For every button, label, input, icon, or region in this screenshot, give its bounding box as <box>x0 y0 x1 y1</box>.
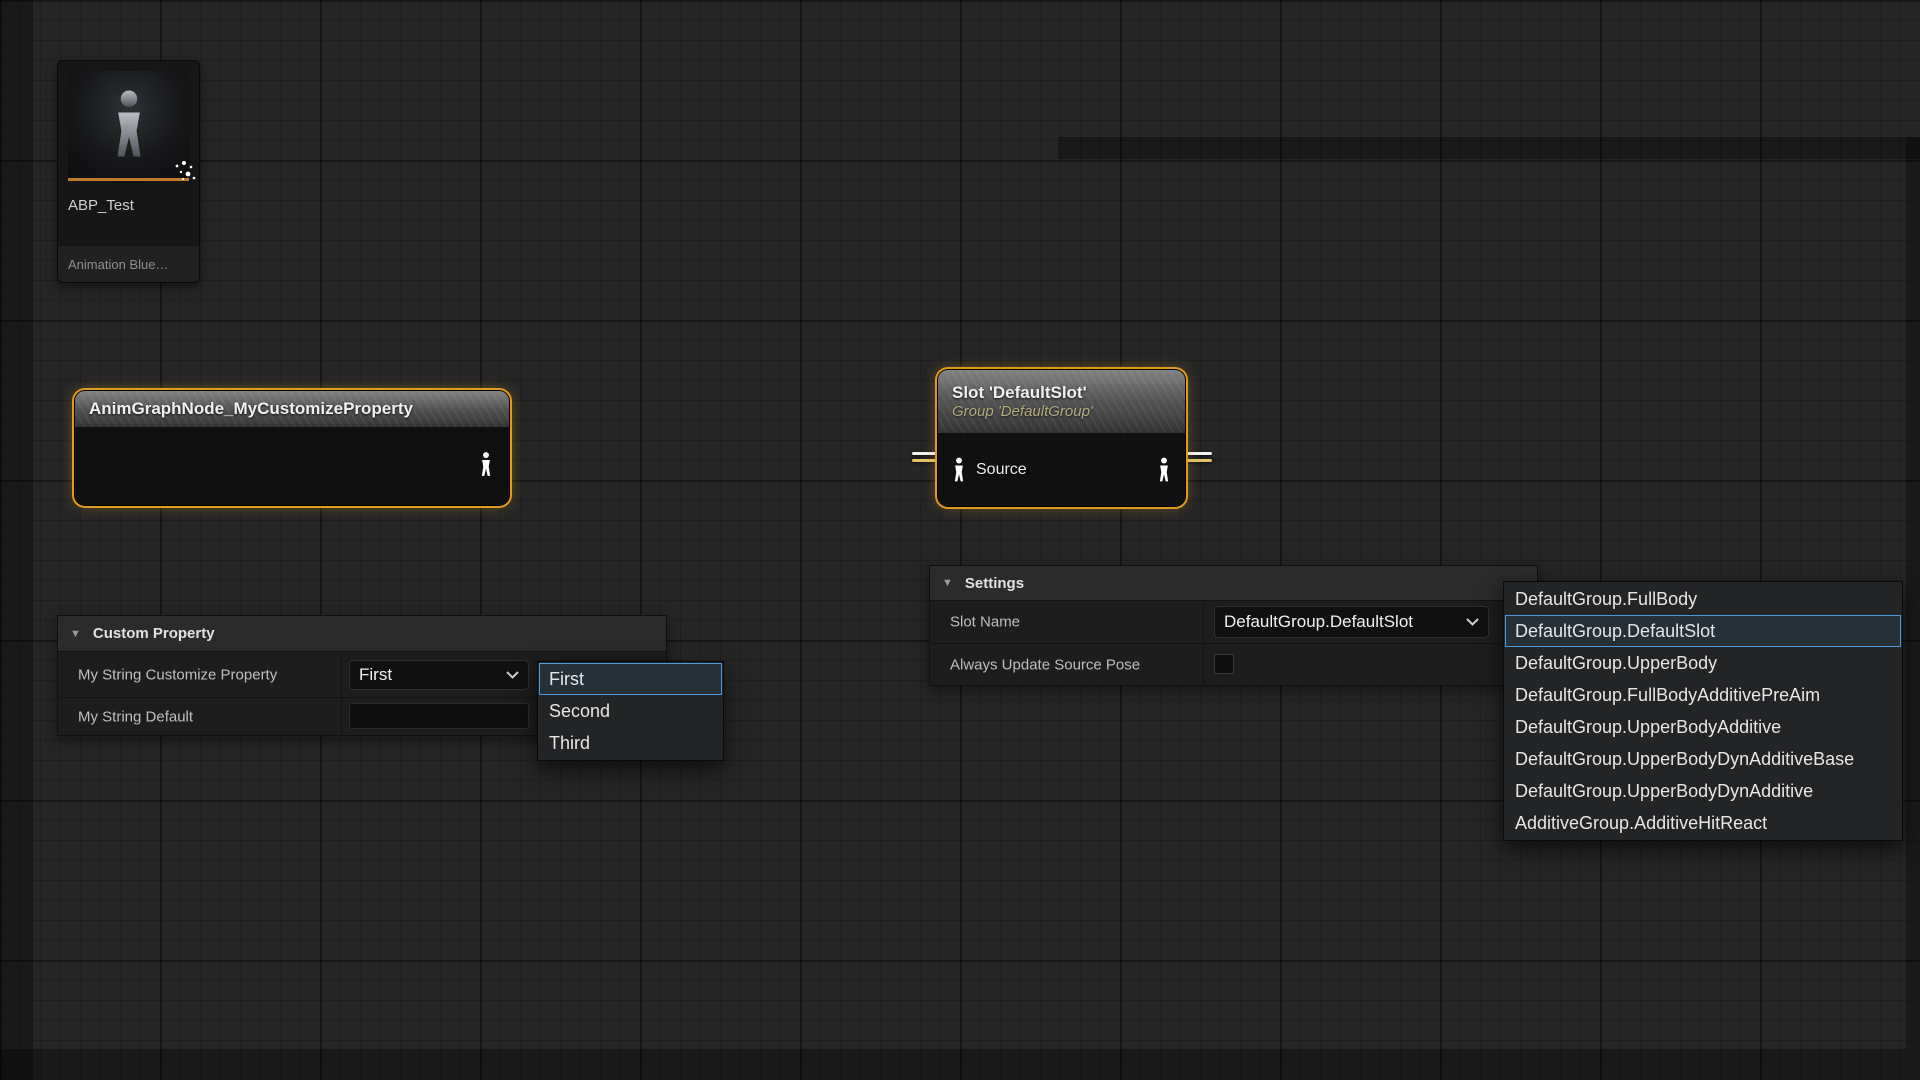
blueprint-graph-canvas[interactable]: ABP_Test Animation Blue… AnimGraphNode_M… <box>0 0 1920 1080</box>
slot-name-combo[interactable]: DefaultGroup.DefaultSlot <box>1214 606 1489 638</box>
wire-stub-right <box>1186 452 1212 455</box>
slot-option-selected[interactable]: DefaultGroup.DefaultSlot <box>1505 615 1901 647</box>
category-title: Settings <box>965 575 1024 592</box>
combo-selected-value: DefaultGroup.DefaultSlot <box>1224 612 1413 632</box>
category-collapse-icon: ▼ <box>70 628 81 640</box>
person-pose-pin-icon <box>1155 457 1173 483</box>
property-label: My String Default <box>78 708 193 725</box>
grid-shadow-band-left <box>0 0 33 1080</box>
slot-option[interactable]: DefaultGroup.FullBody <box>1505 583 1901 615</box>
sparkle-icon <box>171 160 197 184</box>
asset-card-abp-test[interactable]: ABP_Test Animation Blue… <box>57 60 200 283</box>
asset-type-label: Animation Blue… <box>68 257 168 272</box>
asset-title: ABP_Test <box>68 197 189 214</box>
property-row-slot-name: Slot Name DefaultGroup.DefaultSlot <box>930 601 1537 644</box>
slot-option[interactable]: DefaultGroup.UpperBody <box>1505 647 1901 679</box>
custom-property-category-header[interactable]: ▼ Custom Property <box>58 616 666 652</box>
column-divider[interactable] <box>1203 601 1204 643</box>
slot-option[interactable]: DefaultGroup.UpperBodyAdditive <box>1505 711 1901 743</box>
node-body: Source <box>938 434 1185 506</box>
pose-pin-output[interactable] <box>1155 457 1173 483</box>
always-update-source-pose-checkbox[interactable] <box>1214 654 1234 674</box>
grid-shadow-band-top <box>1058 137 1920 159</box>
string-dropdown-menu: First Second Third <box>537 661 724 761</box>
wire-stub-right-glow <box>1186 459 1212 462</box>
category-title: Custom Property <box>93 625 215 642</box>
slot-option[interactable]: AdditiveGroup.AdditiveHitReact <box>1505 807 1901 839</box>
property-label: Always Update Source Pose <box>950 656 1140 673</box>
node-header: AnimGraphNode_MyCustomizeProperty <box>75 391 509 428</box>
string-option[interactable]: Second <box>539 695 722 727</box>
combo-selected-value: First <box>359 665 392 685</box>
column-divider[interactable] <box>341 652 342 697</box>
my-string-default-input[interactable] <box>349 703 529 729</box>
property-label: My String Customize Property <box>78 666 277 683</box>
grid-shadow-band-right <box>1906 137 1920 1049</box>
source-pin-input[interactable]: Source <box>950 457 1027 483</box>
slot-option[interactable]: DefaultGroup.UpperBodyDynAdditiveBase <box>1505 743 1901 775</box>
person-pose-pin-icon <box>950 457 968 483</box>
string-option-selected[interactable]: First <box>539 663 722 695</box>
slot-option[interactable]: DefaultGroup.UpperBodyDynAdditive <box>1505 775 1901 807</box>
grid-shadow-band-bottom <box>0 1049 1920 1080</box>
person-pose-pin-icon <box>477 451 495 477</box>
mannequin-figure-icon <box>106 77 152 173</box>
property-label: Slot Name <box>950 614 1020 631</box>
wire-stub-left <box>912 452 938 455</box>
string-option[interactable]: Third <box>539 727 722 759</box>
wire-stub-left-glow <box>912 459 938 462</box>
node-title: Slot 'DefaultSlot' <box>952 382 1171 403</box>
node-title: AnimGraphNode_MyCustomizeProperty <box>89 398 495 419</box>
slot-name-dropdown-menu: DefaultGroup.FullBody DefaultGroup.Defau… <box>1503 581 1903 841</box>
node-body <box>75 428 509 505</box>
node-animgraph-customize-property[interactable]: AnimGraphNode_MyCustomizeProperty <box>75 391 509 505</box>
slot-option[interactable]: DefaultGroup.FullBodyAdditivePreAim <box>1505 679 1901 711</box>
column-divider[interactable] <box>1203 644 1204 685</box>
source-pin-label: Source <box>976 461 1027 479</box>
node-header: Slot 'DefaultSlot' Group 'DefaultGroup' <box>938 370 1185 434</box>
settings-panel: ▼ Settings Slot Name DefaultGroup.Defaul… <box>929 565 1538 686</box>
node-slot-defaultslot[interactable]: Slot 'DefaultSlot' Group 'DefaultGroup' … <box>938 370 1185 506</box>
settings-category-header[interactable]: ▼ Settings <box>930 566 1537 601</box>
asset-thumbnail <box>68 71 189 178</box>
property-row-always-update-source-pose: Always Update Source Pose <box>930 644 1537 685</box>
category-collapse-icon: ▼ <box>942 577 953 589</box>
my-string-customize-combo[interactable]: First <box>349 660 529 690</box>
node-subtitle: Group 'DefaultGroup' <box>952 403 1171 422</box>
pose-pin-output[interactable] <box>477 451 495 482</box>
asset-footer: Animation Blue… <box>58 246 199 282</box>
chevron-down-icon <box>506 671 519 679</box>
chevron-down-icon <box>1466 618 1479 626</box>
column-divider[interactable] <box>341 698 342 735</box>
